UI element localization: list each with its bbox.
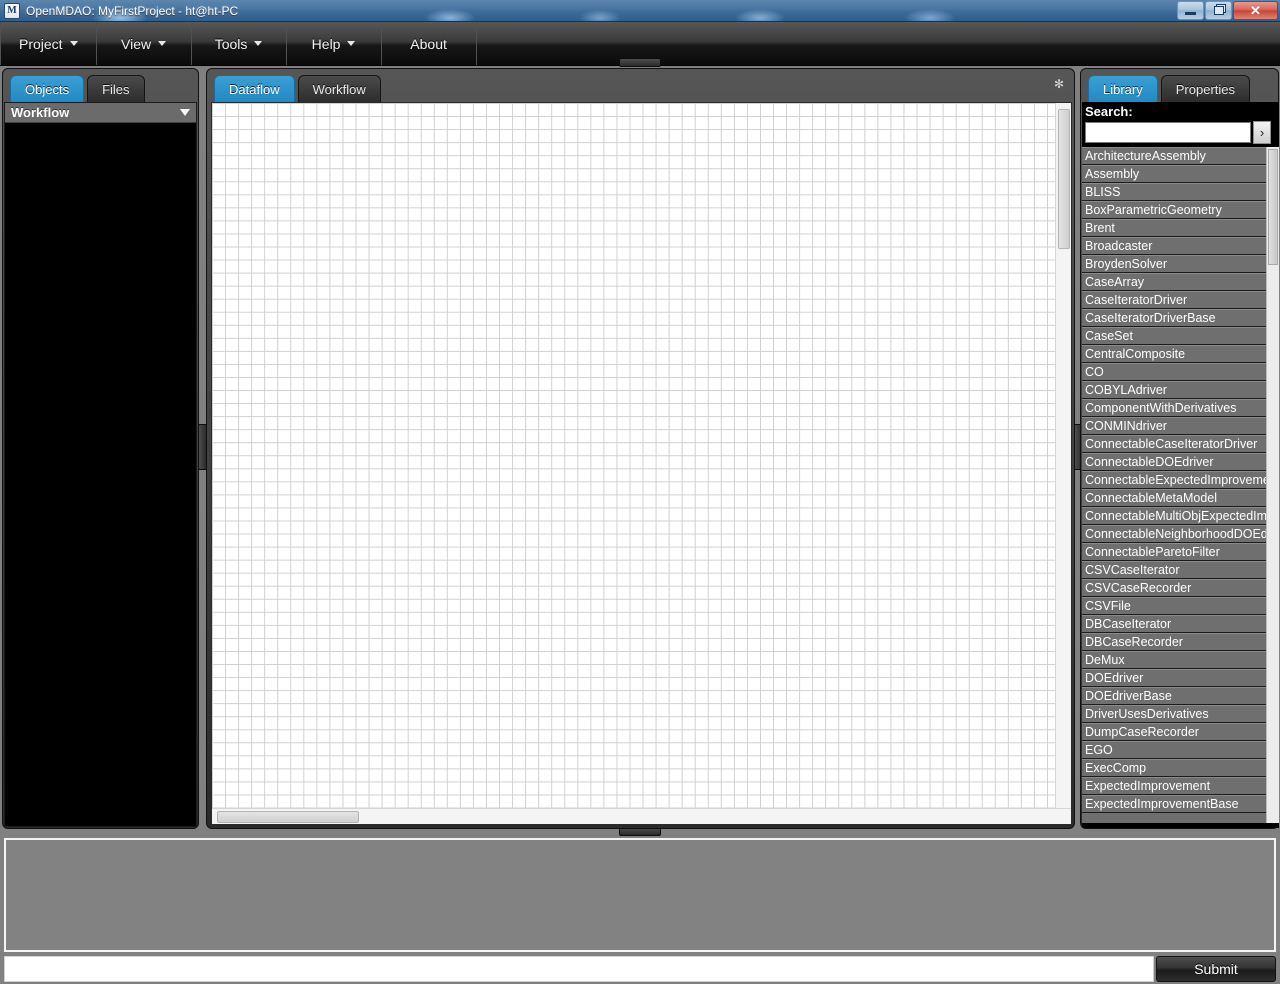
library-list-item[interactable]: DOEdriver [1082, 669, 1279, 687]
tab-workflow[interactable]: Workflow [297, 75, 381, 102]
tab-objects[interactable]: Objects [10, 75, 85, 102]
tab-dataflow[interactable]: Dataflow [214, 75, 295, 102]
submit-button[interactable]: Submit [1156, 956, 1276, 982]
window-titlebar: M OpenMDAO: MyFirstProject - ht@ht-PC ✕ [0, 0, 1280, 22]
tab-properties[interactable]: Properties [1160, 75, 1250, 102]
canvas-grid [212, 103, 1057, 810]
menu-tools-label: Tools [214, 35, 248, 52]
library-list-item[interactable]: ExpectedImprovement [1082, 777, 1279, 795]
menu-project[interactable]: Project [0, 22, 97, 65]
library-list-item[interactable]: DBCaseIterator [1082, 615, 1279, 633]
library-list-item[interactable]: CSVFile [1082, 597, 1279, 615]
canvas-vertical-scrollbar[interactable] [1055, 103, 1071, 810]
chevron-down-icon[interactable] [180, 109, 190, 116]
tab-files[interactable]: Files [87, 75, 145, 102]
library-list-item[interactable]: ComponentWithDerivatives [1082, 399, 1279, 417]
library-list-item[interactable]: ExpectedImprovementBase [1082, 795, 1279, 813]
library-list-item[interactable]: DOEdriverBase [1082, 687, 1279, 705]
menu-view-label: View [121, 35, 152, 52]
workflow-section-header[interactable]: Workflow [5, 103, 196, 123]
chevron-down-icon [158, 41, 167, 46]
library-list-item[interactable]: ConnectableMultiObjExpectedImprovement [1082, 507, 1279, 525]
library-list-item[interactable]: CaseIteratorDriverBase [1082, 309, 1279, 327]
menu-view[interactable]: View [97, 22, 192, 65]
menu-tools[interactable]: Tools [192, 22, 287, 65]
library-list-item[interactable]: CSVCaseRecorder [1082, 579, 1279, 597]
close-button[interactable]: ✕ [1233, 1, 1278, 20]
menu-about[interactable]: About [382, 22, 477, 65]
library-list-item[interactable]: CentralComposite [1082, 345, 1279, 363]
library-list-item[interactable]: DumpCaseRecorder [1082, 723, 1279, 741]
library-list-item[interactable]: ConnectableMetaModel [1082, 489, 1279, 507]
library-list-item[interactable]: CONMINdriver [1082, 417, 1279, 435]
objects-tree-panel: Workflow [4, 102, 197, 827]
command-input[interactable] [4, 956, 1154, 982]
library-list-item[interactable]: DeMux [1082, 651, 1279, 669]
library-scrollbar[interactable] [1266, 147, 1279, 823]
library-list-item[interactable]: DBCaseRecorder [1082, 633, 1279, 651]
window-title: OpenMDAO: MyFirstProject - ht@ht-PC [26, 3, 239, 18]
workflow-section-label: Workflow [11, 105, 70, 120]
chevron-down-icon [254, 41, 263, 46]
left-panel: Objects Files Workflow [2, 68, 199, 829]
library-panel: Search: › ArchitectureAssembly Assembly BL… [1082, 102, 1279, 828]
menu-help-label: Help [311, 35, 341, 52]
console-input-row: Submit [4, 956, 1276, 982]
library-list-item[interactable]: ConnectableExpectedImprovement [1082, 471, 1279, 489]
menu-project-label: Project [19, 35, 63, 52]
library-list-item[interactable]: DriverUsesDerivatives [1082, 705, 1279, 723]
canvas-horizontal-scrollbar[interactable] [212, 808, 1071, 824]
library-list-item[interactable]: Brent [1082, 219, 1279, 237]
minimize-button[interactable] [1177, 1, 1204, 20]
restore-button[interactable] [1205, 1, 1232, 20]
window-controls: ✕ [1177, 1, 1278, 20]
library-list-item[interactable]: CO [1082, 363, 1279, 381]
library-list-item[interactable]: ConnectableDOEdriver [1082, 453, 1279, 471]
chevron-down-icon [69, 41, 78, 46]
library-scroll-thumb[interactable] [1268, 149, 1278, 265]
library-list-item[interactable]: Assembly [1082, 165, 1279, 183]
center-panel: Dataflow Workflow ✻ [206, 68, 1075, 829]
openmdao-window: M OpenMDAO: MyFirstProject - ht@ht-PC ✕ … [0, 0, 1280, 984]
chevron-down-icon [347, 41, 356, 46]
library-list-item[interactable]: CaseIteratorDriver [1082, 291, 1279, 309]
left-panel-tabstrip: Objects Files [3, 69, 200, 102]
right-panel: Library Properties Search: › Architectur… [1080, 68, 1279, 829]
library-list-item[interactable]: ArchitectureAssembly [1082, 147, 1279, 165]
canvas-horizontal-scroll-thumb[interactable] [217, 811, 359, 823]
library-list-item[interactable]: CSVCaseIterator [1082, 561, 1279, 579]
right-panel-tabstrip: Library Properties [1081, 69, 1280, 102]
menu-about-label: About [410, 35, 447, 52]
chevron-right-icon[interactable]: › [1253, 121, 1271, 144]
top-horizontal-splitter[interactable] [619, 58, 661, 67]
library-list[interactable]: ArchitectureAssembly Assembly BLISS BoxPara… [1082, 147, 1279, 823]
restore-icon [1213, 6, 1224, 15]
center-panel-tabstrip: Dataflow Workflow [207, 69, 1076, 102]
pin-icon[interactable]: ✻ [1052, 77, 1066, 91]
search-row: › [1082, 121, 1279, 147]
canvas-vertical-scroll-thumb[interactable] [1058, 109, 1070, 249]
menu-help[interactable]: Help [287, 22, 382, 65]
library-list-item[interactable]: BroydenSolver [1082, 255, 1279, 273]
library-list-item[interactable]: Broadcaster [1082, 237, 1279, 255]
minimize-icon [1185, 12, 1196, 15]
library-list-item[interactable]: CaseSet [1082, 327, 1279, 345]
search-label: Search: [1085, 104, 1133, 119]
library-list-item[interactable]: ConnectableCaseIteratorDriver [1082, 435, 1279, 453]
library-list-item[interactable]: BoxParametricGeometry [1082, 201, 1279, 219]
tab-library[interactable]: Library [1088, 75, 1158, 102]
library-list-item[interactable]: CaseArray [1082, 273, 1279, 291]
library-list-item[interactable]: BLISS [1082, 183, 1279, 201]
library-list-item[interactable]: EGO [1082, 741, 1279, 759]
library-list-item[interactable]: ConnectableParetoFilter [1082, 543, 1279, 561]
console-output [4, 838, 1276, 952]
library-list-item[interactable]: COBYLAdriver [1082, 381, 1279, 399]
library-list-item[interactable]: ExecComp [1082, 759, 1279, 777]
library-list-item[interactable]: ConnectableNeighborhoodDOEdriver [1082, 525, 1279, 543]
app-icon: M [4, 2, 20, 19]
search-input[interactable] [1085, 122, 1251, 143]
dataflow-canvas[interactable] [211, 102, 1072, 825]
